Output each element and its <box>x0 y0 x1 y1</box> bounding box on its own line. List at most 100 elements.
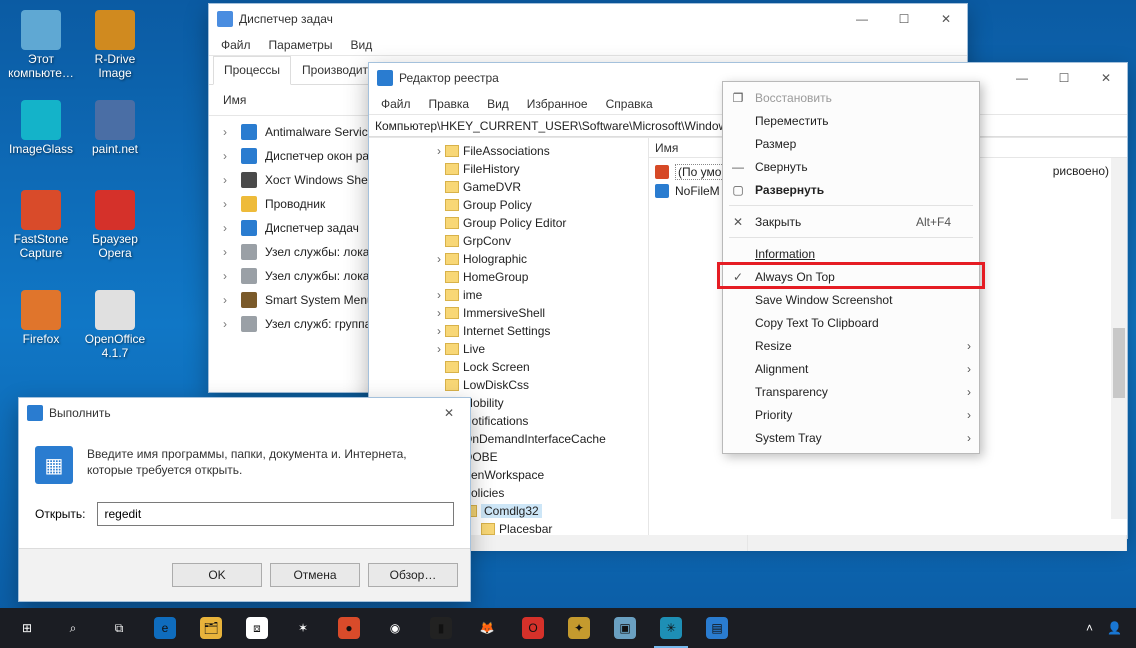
taskbar-button-opera[interactable]: O <box>510 608 556 648</box>
close-button[interactable]: ✕ <box>925 4 967 34</box>
minimize-button[interactable]: — <box>1001 63 1043 93</box>
tree-node[interactable]: ›Holographic <box>369 250 648 268</box>
expand-icon[interactable]: › <box>433 144 445 158</box>
expand-chevron-icon[interactable]: › <box>223 221 233 235</box>
context-menu-item[interactable]: ✓Always On Top <box>723 265 979 288</box>
menu-item[interactable]: Файл <box>213 36 259 54</box>
tray-user-icon[interactable]: 👤 <box>1107 621 1122 635</box>
context-menu-item[interactable]: —Свернуть <box>723 155 979 178</box>
desktop-icon[interactable]: R-Drive Image <box>80 10 150 80</box>
context-menu-item[interactable]: Размер <box>723 132 979 155</box>
tree-node[interactable]: Group Policy <box>369 196 648 214</box>
expand-chevron-icon[interactable]: › <box>223 125 233 139</box>
minimize-button[interactable]: — <box>841 4 883 34</box>
taskbar-button-regedit-tb[interactable]: ▤ <box>694 608 740 648</box>
taskbar-button-photos[interactable]: ▣ <box>602 608 648 648</box>
expand-icon[interactable]: › <box>433 306 445 320</box>
value-row[interactable]: (По умо <box>655 164 724 180</box>
context-menu-item[interactable]: Resize› <box>723 334 979 357</box>
context-menu-item[interactable]: Information <box>723 242 979 265</box>
context-menu-item[interactable]: Save Window Screenshot <box>723 288 979 311</box>
process-name: Antimalware Service <box>265 125 374 139</box>
expand-chevron-icon[interactable]: › <box>223 149 233 163</box>
tree-node[interactable]: LowDiskCss <box>369 376 648 394</box>
desktop-icon[interactable]: paint.net <box>80 100 150 156</box>
tree-node[interactable]: ›ime <box>369 286 648 304</box>
taskbar-button-start[interactable]: ⊞ <box>4 608 50 648</box>
menu-item[interactable]: Избранное <box>519 95 596 113</box>
expand-chevron-icon[interactable]: › <box>223 197 233 211</box>
tab[interactable]: Процессы <box>213 56 291 85</box>
maximize-button[interactable]: ☐ <box>1043 63 1085 93</box>
desktop-icon[interactable]: FastStone Capture <box>6 190 76 260</box>
close-button[interactable]: ✕ <box>428 398 470 428</box>
context-menu-item[interactable]: Alignment› <box>723 357 979 380</box>
tree-node[interactable]: ›Live <box>369 340 648 358</box>
menu-item[interactable]: Файл <box>373 95 419 113</box>
expand-chevron-icon[interactable]: › <box>223 293 233 307</box>
context-menu-item[interactable]: ▢Развернуть <box>723 178 979 201</box>
taskbar-button-search[interactable]: ⌕ <box>50 608 96 648</box>
menu-item[interactable]: Вид <box>342 36 380 54</box>
context-menu-item[interactable]: ✕ЗакрытьAlt+F4 <box>723 210 979 233</box>
close-button[interactable]: ✕ <box>1085 63 1127 93</box>
tree-node[interactable]: GameDVR <box>369 178 648 196</box>
menu-item[interactable]: Правка <box>421 95 478 113</box>
desktop-icon[interactable]: Firefox <box>6 290 76 346</box>
value-row[interactable]: NoFileM <box>655 184 720 198</box>
icon-label: ImageGlass <box>9 142 73 156</box>
taskbar-button-smartmenu[interactable]: ✳ <box>648 608 694 648</box>
expand-chevron-icon[interactable]: › <box>223 173 233 187</box>
menu-item-label: Закрыть <box>755 215 801 229</box>
tree-node[interactable]: ›ImmersiveShell <box>369 304 648 322</box>
expand-chevron-icon[interactable]: › <box>223 245 233 259</box>
maximize-button[interactable]: ☐ <box>883 4 925 34</box>
taskbar-button-taskview[interactable]: ⧉ <box>96 608 142 648</box>
taskbar-button-app1[interactable]: ✦ <box>556 608 602 648</box>
desktop-icon[interactable]: Браузер Opera <box>80 190 150 260</box>
menu-item[interactable]: Вид <box>479 95 517 113</box>
tree-node[interactable]: GrpConv <box>369 232 648 250</box>
dialog-button[interactable]: Обзор… <box>368 563 458 587</box>
context-menu-item[interactable]: Переместить <box>723 109 979 132</box>
expand-icon[interactable]: › <box>433 252 445 266</box>
expand-chevron-icon[interactable]: › <box>223 317 233 331</box>
desktop-icon[interactable]: OpenOffice 4.1.7 <box>80 290 150 360</box>
expand-icon[interactable]: › <box>433 288 445 302</box>
expand-icon[interactable]: › <box>433 342 445 356</box>
menu-item[interactable]: Параметры <box>261 36 341 54</box>
expand-chevron-icon[interactable]: › <box>223 269 233 283</box>
tree-node[interactable]: FileHistory <box>369 160 648 178</box>
tree-node[interactable]: ›FileAssociations <box>369 142 648 160</box>
taskmgr-titlebar[interactable]: Диспетчер задач — ☐ ✕ <box>209 4 967 34</box>
store-icon: ⧈ <box>246 617 268 639</box>
tree-node[interactable]: Lock Screen <box>369 358 648 376</box>
dialog-button[interactable]: OK <box>172 563 262 587</box>
taskbar-button-faststone[interactable]: ● <box>326 608 372 648</box>
taskbar-button-firefox[interactable]: 🦊 <box>464 608 510 648</box>
dialog-button[interactable]: Отмена <box>270 563 360 587</box>
expand-icon[interactable]: › <box>433 324 445 338</box>
taskbar-button-edge[interactable]: e <box>142 608 188 648</box>
context-menu-item[interactable]: System Tray› <box>723 426 979 449</box>
run-input[interactable] <box>97 502 454 526</box>
taskbar-button-chrome[interactable]: ◉ <box>372 608 418 648</box>
tree-node[interactable]: ›Internet Settings <box>369 322 648 340</box>
scrollbar-horizontal[interactable] <box>369 535 1127 551</box>
context-menu-item[interactable]: Priority› <box>723 403 979 426</box>
desktop-icon[interactable]: ImageGlass <box>6 100 76 156</box>
taskbar-button-cmd[interactable]: ▮ <box>418 608 464 648</box>
menu-item[interactable]: Справка <box>598 95 661 113</box>
context-menu-item[interactable]: Transparency› <box>723 380 979 403</box>
taskbar-button-settings[interactable]: ✶ <box>280 608 326 648</box>
context-menu-item[interactable]: Copy Text To Clipboard <box>723 311 979 334</box>
run-titlebar[interactable]: Выполнить ✕ <box>19 398 470 428</box>
icon-label: FastStone Capture <box>6 232 76 260</box>
taskbar-button-store[interactable]: ⧈ <box>234 608 280 648</box>
scrollbar-vertical[interactable] <box>1111 158 1127 519</box>
tray-chevron-icon[interactable]: ˄ <box>1086 621 1093 635</box>
tree-node[interactable]: HomeGroup <box>369 268 648 286</box>
taskbar-button-explorer[interactable]: 🗂 <box>188 608 234 648</box>
desktop-icon[interactable]: Этот компьюте… <box>6 10 76 80</box>
tree-node[interactable]: Group Policy Editor <box>369 214 648 232</box>
